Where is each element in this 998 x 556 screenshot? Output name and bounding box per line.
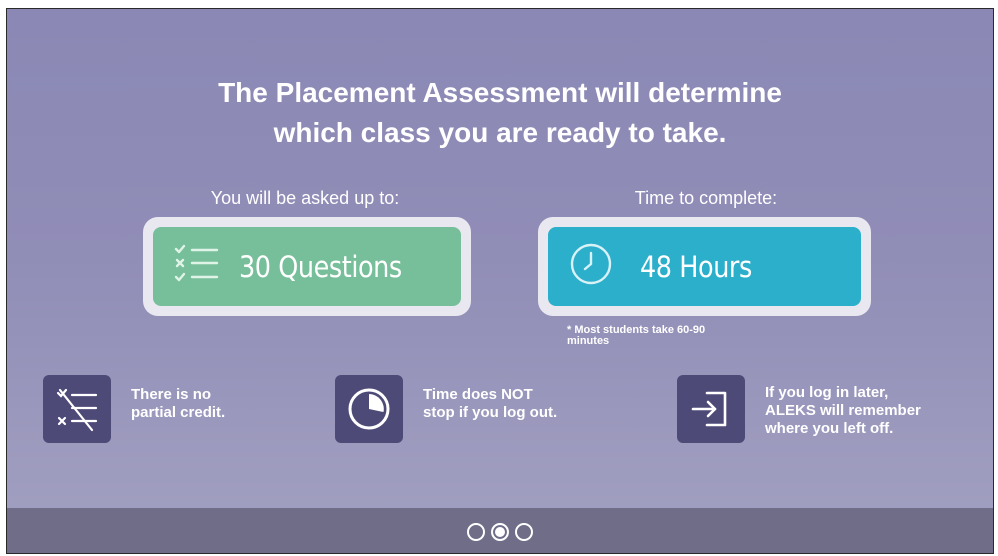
no-partial-credit-icon: [43, 375, 111, 443]
question-count: 30 Questions: [239, 249, 402, 284]
time-card-inner: 48 Hours: [548, 227, 861, 306]
questions-label: You will be asked up to:: [210, 188, 400, 208]
checklist-icon: [173, 240, 221, 293]
clock-icon: [568, 241, 614, 292]
info-time-continues: Time does NOT stop if you log out.: [335, 375, 557, 443]
time-card: 48 Hours: [538, 217, 871, 316]
info-no-partial-credit: There is no partial credit.: [43, 375, 225, 443]
questions-card-inner: 30 Questions: [153, 227, 461, 306]
login-icon: [677, 375, 745, 443]
headline-line-2: which class you are ready to take.: [273, 117, 727, 148]
info-text-partial-credit: There is no partial credit.: [131, 386, 226, 421]
page-dot-2[interactable]: [491, 523, 509, 541]
page-dot-1[interactable]: [467, 523, 485, 541]
pagination-bar: [7, 508, 993, 553]
info-text-time: Time does NOT stop if you log out.: [423, 386, 558, 421]
page-dot-3[interactable]: [515, 523, 533, 541]
questions-card: 30 Questions: [143, 217, 471, 316]
time-limit: 48 Hours: [640, 249, 752, 284]
info-resume-later: If you log in later, ALEKS will remember…: [677, 375, 921, 443]
headline-line-1: The Placement Assessment will determine: [218, 77, 782, 108]
time-footnote: * Most students take 60-90 minutes: [567, 324, 706, 347]
page-title: The Placement Assessment will determine …: [7, 73, 993, 153]
info-text-resume: If you log in later, ALEKS will remember…: [765, 384, 921, 437]
placement-info-slide: The Placement Assessment will determine …: [6, 8, 994, 554]
timer-icon: [335, 375, 403, 443]
time-label: Time to complete:: [634, 188, 778, 208]
